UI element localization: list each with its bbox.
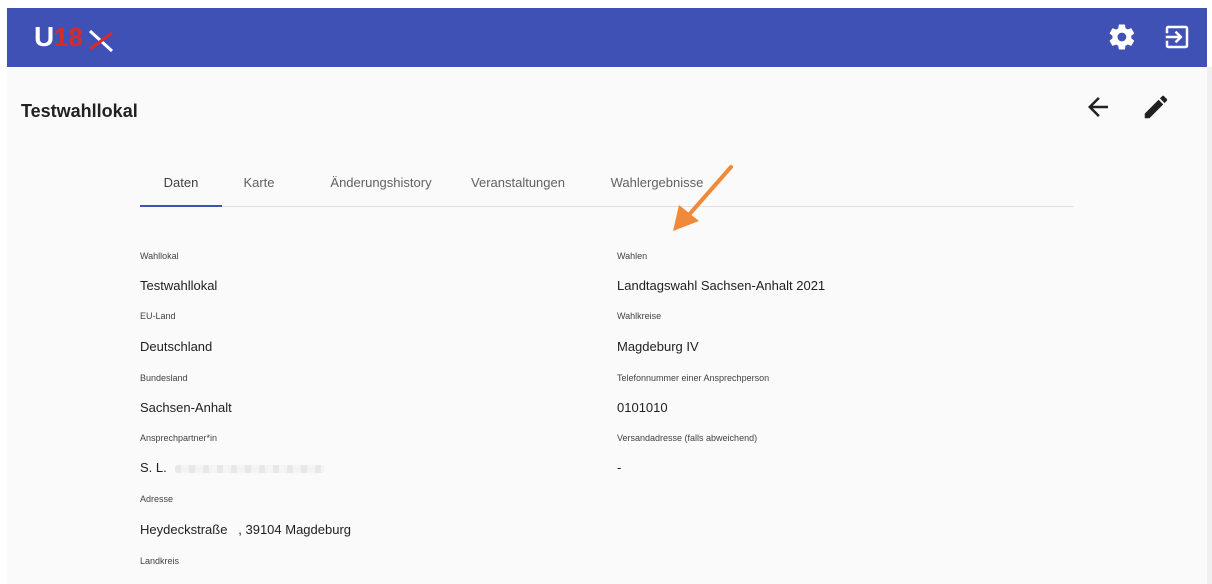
tab-aenderungshistory-label: Änderungshistory — [330, 175, 432, 190]
field-label-adresse: Adresse — [140, 494, 174, 504]
tab-karte-label: Karte — [243, 175, 275, 190]
field-value-bundesland: Sachsen-Anhalt — [140, 400, 232, 415]
field-value-telefonnummer: 0101010 — [617, 400, 668, 415]
field-label-wahlen: Wahlen — [617, 251, 648, 261]
field-value-adresse: Heydeckstraße , 39104 Magdeburg — [140, 522, 352, 537]
field-label-ansprechpartner: Ansprechpartner*in — [140, 433, 218, 443]
tab-karte[interactable]: Karte — [232, 160, 286, 206]
field-label-eu-land: EU-Land — [140, 311, 176, 321]
pencil-icon[interactable] — [1141, 92, 1171, 122]
active-tab-indicator — [140, 205, 222, 207]
arrow-pointer-icon — [667, 163, 737, 240]
field-value-eu-land: Deutschland — [140, 339, 213, 354]
tab-daten-label: Daten — [163, 175, 199, 190]
field-value-versandadresse: - — [617, 460, 622, 475]
main-content: Testwahllokal Daten Karte Änderungshisto… — [7, 67, 1207, 584]
arrow-left-icon[interactable] — [1083, 92, 1113, 122]
field-label-versandadresse: Versandadresse (falls abweichend) — [617, 433, 758, 443]
tab-veranstaltungen[interactable]: Veranstaltungen — [456, 160, 580, 206]
u18-logo[interactable]: U 18 — [32, 17, 127, 57]
svg-text:18: 18 — [54, 22, 83, 52]
gear-icon[interactable] — [1107, 22, 1137, 52]
u18-logo-icon: U 18 — [34, 21, 114, 53]
logout-icon[interactable] — [1162, 22, 1192, 52]
tab-veranstaltungen-label: Veranstaltungen — [471, 175, 565, 190]
svg-text:U: U — [34, 21, 54, 52]
scrollbar[interactable] — [1207, 67, 1212, 584]
top-app-bar: U 18 — [7, 8, 1207, 67]
tab-aenderungshistory[interactable]: Änderungshistory — [316, 160, 446, 206]
field-value-wahllokal: Testwahllokal — [140, 278, 218, 293]
tab-bar: Daten Karte Änderungshistory Veranstaltu… — [140, 160, 1074, 207]
field-label-landkreis: Landkreis — [140, 556, 180, 566]
field-value-ansprechpartner: S. L. — [140, 460, 325, 475]
redacted-name-blur — [174, 464, 325, 473]
field-label-wahllokal: Wahllokal — [140, 251, 179, 261]
page-title: Testwahllokal — [21, 101, 138, 121]
app-window: U 18 Testwahllokal Daten Karte Änderungs… — [0, 0, 1212, 584]
field-value-wahlen: Landtagswahl Sachsen-Anhalt 2021 — [617, 278, 826, 293]
field-label-telefonnummer: Telefonnummer einer Ansprechperson — [617, 373, 770, 383]
ansprechpartner-name: S. L. — [140, 460, 167, 475]
field-label-bundesland: Bundesland — [140, 373, 188, 383]
field-value-wahlkreise: Magdeburg IV — [617, 339, 699, 354]
field-label-wahlkreise: Wahlkreise — [617, 311, 662, 321]
tab-daten[interactable]: Daten — [140, 160, 222, 207]
